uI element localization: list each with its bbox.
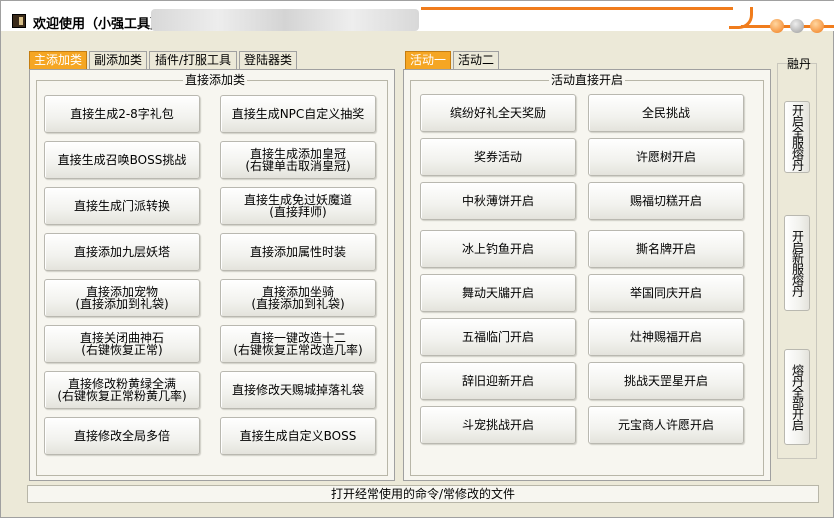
activity-button-9[interactable]: 舞动天牖开启 [420, 274, 576, 312]
app-window: 欢迎使用（小强工具） 主添加类 副添加类 插件/打服工具 登陆器类 直接添加类 … [0, 0, 834, 518]
tab-activity-1[interactable]: 活动一 [405, 51, 451, 69]
left-action-button-4[interactable]: 直接生成添加皇冠 (右键单击取消皇冠) [220, 141, 376, 179]
side-button-enable-all[interactable]: 熔丹全部开启 [784, 349, 810, 445]
right-tab-strip: 活动一 活动二 [405, 51, 501, 69]
left-action-button-5[interactable]: 直接生成门派转换 [44, 187, 200, 225]
title-accent-line [421, 7, 733, 10]
activity-button-15[interactable]: 斗宠挑战开启 [420, 406, 576, 444]
activity-button-13[interactable]: 辞旧迎新开启 [420, 362, 576, 400]
blurred-title-region [151, 9, 419, 31]
maximize-icon[interactable] [790, 19, 804, 33]
activity-button-12[interactable]: 灶神赐福开启 [588, 318, 744, 356]
activity-button-14[interactable]: 挑战天罡星开启 [588, 362, 744, 400]
left-tab-strip: 主添加类 副添加类 插件/打服工具 登陆器类 [29, 51, 299, 69]
tab-plugins[interactable]: 插件/打服工具 [149, 51, 237, 69]
left-action-button-16[interactable]: 直接生成自定义BOSS [220, 417, 376, 455]
activity-button-2[interactable]: 全民挑战 [588, 94, 744, 132]
close-icon[interactable] [810, 19, 824, 33]
status-bar[interactable]: 打开经常使用的命令/常修改的文件 [27, 485, 819, 503]
window-title: 欢迎使用（小强工具） [33, 17, 164, 32]
left-action-button-1[interactable]: 直接生成2-8字礼包 [44, 95, 200, 133]
activity-button-7[interactable]: 冰上钓鱼开启 [420, 230, 576, 268]
side-panel-title: 融丹 [787, 55, 812, 72]
activity-button-5[interactable]: 中秋薄饼开启 [420, 182, 576, 220]
left-action-button-8[interactable]: 直接添加属性时装 [220, 233, 376, 271]
activity-button-3[interactable]: 奖券活动 [420, 138, 576, 176]
left-action-button-10[interactable]: 直接添加坐骑 (直接添加到礼袋) [220, 279, 376, 317]
left-action-button-9[interactable]: 直接添加宠物 (直接添加到礼袋) [44, 279, 200, 317]
activity-button-11[interactable]: 五福临门开启 [420, 318, 576, 356]
app-logo-icon [12, 14, 26, 28]
tab-main-add[interactable]: 主添加类 [29, 51, 87, 69]
side-button-all-servers[interactable]: 开启全服熔丹 [784, 101, 810, 173]
activity-button-8[interactable]: 撕名牌开启 [588, 230, 744, 268]
left-action-button-15[interactable]: 直接修改全局多倍 [44, 417, 200, 455]
tab-activity-2[interactable]: 活动二 [453, 51, 499, 69]
left-action-button-2[interactable]: 直接生成NPC自定义抽奖 [220, 95, 376, 133]
tab-launcher[interactable]: 登陆器类 [239, 51, 297, 69]
minimize-icon[interactable] [770, 19, 784, 33]
left-action-button-14[interactable]: 直接修改天赐城掉落礼袋 [220, 371, 376, 409]
activity-button-1[interactable]: 缤纷好礼全天奖励 [420, 94, 576, 132]
side-button-new-servers[interactable]: 开启新服熔丹 [784, 215, 810, 311]
left-action-button-11[interactable]: 直接关闭曲神石 (右键恢复正常) [44, 325, 200, 363]
right-group-title: 活动直接开启 [549, 73, 626, 87]
left-action-button-13[interactable]: 直接修改粉黄绿全满 (右键恢复正常粉黄几率) [44, 371, 200, 409]
activity-button-16[interactable]: 元宝商人许愿开启 [588, 406, 744, 444]
title-bar: 欢迎使用（小强工具） [1, 1, 834, 33]
left-action-button-7[interactable]: 直接添加九层妖塔 [44, 233, 200, 271]
left-action-button-3[interactable]: 直接生成召唤BOSS挑战 [44, 141, 200, 179]
left-action-button-6[interactable]: 直接生成免过妖魔道 (直接拜师) [220, 187, 376, 225]
activity-button-6[interactable]: 赐福切糕开启 [588, 182, 744, 220]
left-action-button-12[interactable]: 直接一键改造十二 (右键恢复正常改造几率) [220, 325, 376, 363]
activity-button-4[interactable]: 许愿树开启 [588, 138, 744, 176]
activity-button-10[interactable]: 举国同庆开启 [588, 274, 744, 312]
tab-sub-add[interactable]: 副添加类 [89, 51, 147, 69]
left-group-title: 直接添加类 [183, 73, 248, 87]
